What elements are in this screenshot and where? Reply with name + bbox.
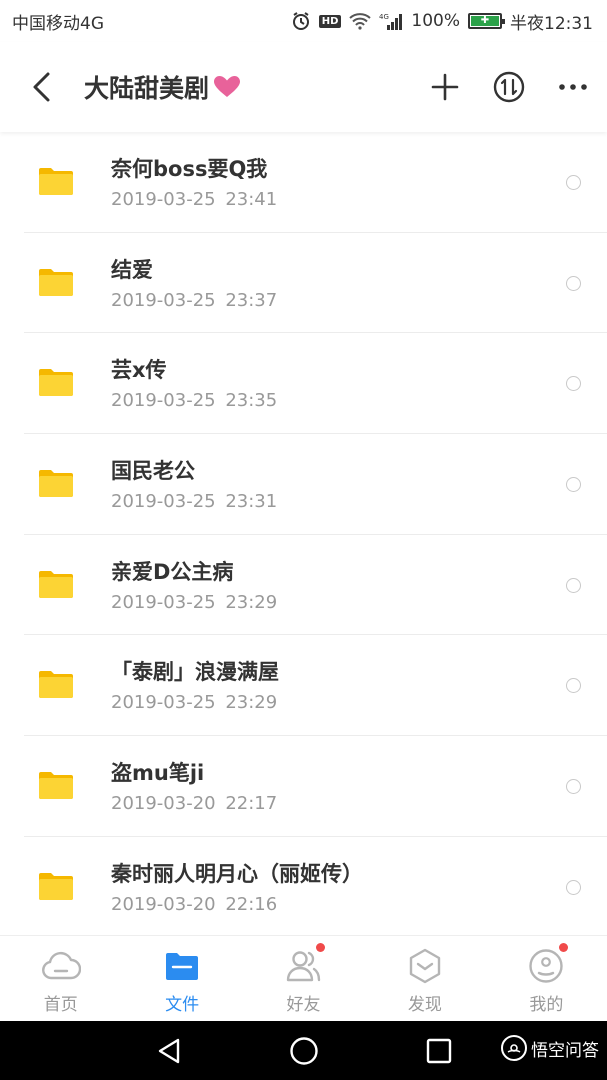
file-name: 盗mu笔ji: [111, 761, 205, 786]
file-row[interactable]: 芸x传 2019-03-25 23:35: [0, 333, 607, 434]
folder-icon: [39, 268, 73, 296]
file-name: 奈何boss要Q我: [111, 157, 268, 181]
file-row[interactable]: 「泰剧」浪漫满屋 2019-03-25 23:29: [0, 635, 607, 736]
cloud-icon: [41, 948, 81, 984]
file-date: 2019-03-25 23:31: [111, 491, 278, 513]
file-list: 奈何boss要Q我 2019-03-25 23:41 结爱 2019-03-25 23…: [0, 132, 607, 935]
select-checkbox[interactable]: [566, 577, 581, 593]
tab-folder[interactable]: 文件: [121, 936, 242, 1021]
add-button[interactable]: [423, 65, 467, 109]
folder-icon: [39, 872, 73, 900]
file-date: 2019-03-25 23:37: [111, 289, 278, 311]
folder-title: 大陆甜美剧: [84, 74, 210, 103]
file-name: 「泰剧」浪漫满屋: [111, 660, 279, 685]
back-arrow-icon: [33, 72, 50, 102]
profile-icon: [526, 948, 566, 984]
file-name: 芸x传: [111, 358, 167, 383]
select-checkbox[interactable]: [566, 275, 581, 291]
alarm-icon: [291, 11, 311, 31]
plus-icon: [431, 73, 459, 101]
square-recents-icon: [426, 1038, 452, 1063]
bottom-tab-bar: 首页 文件 好友 发现 我的: [0, 935, 607, 1021]
select-checkbox[interactable]: [566, 376, 581, 392]
circle-home-icon: [290, 1036, 318, 1065]
file-date: 2019-03-25 23:29: [111, 692, 278, 714]
file-row[interactable]: 结爱 2019-03-25 23:37: [0, 233, 607, 334]
nav-home-button[interactable]: [274, 1021, 334, 1080]
battery-percent: 100%: [411, 11, 460, 31]
tab-cloud[interactable]: 首页: [0, 936, 121, 1021]
clock: 半夜12:31: [510, 13, 593, 34]
tab-label: 我的: [529, 995, 564, 1015]
file-name: 秦时丽人明月心（丽姬传）: [111, 861, 363, 886]
tab-friends[interactable]: 好友: [243, 936, 364, 1021]
more-icon: [559, 84, 587, 90]
file-row[interactable]: 国民老公 2019-03-25 23:31: [0, 434, 607, 535]
file-row[interactable]: 盗mu笔ji 2019-03-20 22:17: [0, 736, 607, 837]
back-button[interactable]: [0, 42, 84, 132]
status-bar: 中国移动4G HD 4G 100% ✚ 半夜12:31: [0, 0, 607, 42]
tab-profile[interactable]: 我的: [486, 936, 607, 1021]
file-row[interactable]: 奈何boss要Q我 2019-03-25 23:41: [0, 132, 607, 233]
page-title: 大陆甜美剧: [84, 69, 241, 105]
notification-dot: [315, 943, 325, 952]
file-name: 国民老公: [111, 459, 195, 484]
discover-icon: [405, 948, 445, 984]
file-date: 2019-03-20 22:17: [111, 793, 278, 815]
sort-icon: [493, 71, 525, 103]
nav-back-button[interactable]: [139, 1021, 199, 1080]
select-checkbox[interactable]: [566, 779, 581, 795]
sort-button[interactable]: [487, 65, 531, 109]
file-row[interactable]: 秦时丽人明月心（丽姬传） 2019-03-20 22:16: [0, 837, 607, 935]
system-nav-bar: 悟空问答: [0, 1021, 607, 1080]
wukong-logo-icon: [501, 1035, 527, 1061]
watermark-text: 悟空问答: [531, 1040, 599, 1061]
wifi-icon: [349, 12, 372, 30]
more-button[interactable]: [551, 65, 595, 109]
folder-icon: [39, 570, 73, 598]
battery-icon: ✚: [468, 13, 505, 29]
folder-icon: [162, 948, 202, 984]
file-date: 2019-03-20 22:16: [111, 893, 278, 915]
carrier-label: 中国移动4G: [12, 13, 104, 34]
file-row[interactable]: 亲爱D公主病 2019-03-25 23:29: [0, 535, 607, 636]
tab-label: 首页: [43, 995, 78, 1015]
select-checkbox[interactable]: [566, 175, 581, 190]
file-date: 2019-03-25 23:41: [111, 189, 278, 210]
select-checkbox[interactable]: [566, 678, 581, 694]
nav-recents-button[interactable]: [409, 1021, 469, 1080]
app-bar: 大陆甜美剧: [0, 42, 607, 132]
file-date: 2019-03-25 23:35: [111, 390, 278, 412]
tab-label: 文件: [165, 995, 200, 1015]
heart-icon: [214, 76, 241, 97]
file-name: 结爱: [111, 257, 153, 282]
folder-icon: [39, 168, 73, 195]
tab-discover[interactable]: 发现: [364, 936, 485, 1021]
signal-icon: 4G: [379, 12, 403, 30]
folder-icon: [39, 772, 73, 800]
file-name: 亲爱D公主病: [111, 559, 234, 584]
hd-badge: HD: [318, 14, 342, 28]
triangle-back-icon: [158, 1038, 180, 1063]
select-checkbox[interactable]: [566, 477, 581, 493]
select-checkbox[interactable]: [566, 879, 581, 895]
network-type-label: 4G: [379, 13, 389, 21]
folder-icon: [39, 369, 73, 397]
file-date: 2019-03-25 23:29: [111, 591, 278, 613]
tab-label: 好友: [286, 995, 321, 1015]
friends-icon: [284, 948, 324, 984]
folder-icon: [39, 470, 73, 498]
watermark: 悟空问答: [501, 1035, 599, 1061]
folder-icon: [39, 671, 73, 699]
notification-dot: [558, 943, 568, 952]
tab-label: 发现: [407, 995, 442, 1015]
